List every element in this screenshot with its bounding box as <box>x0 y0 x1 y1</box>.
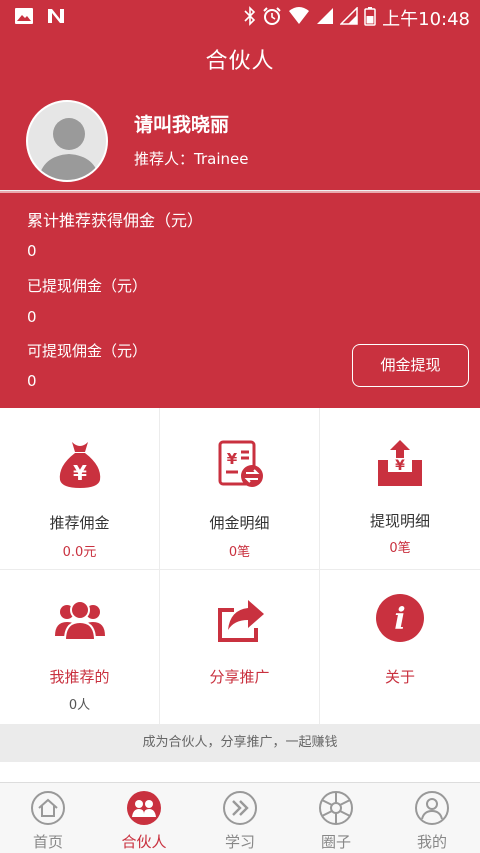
referrer-label: 推荐人：Trainee <box>134 150 249 168</box>
my-referrals-label: 我推荐的 <box>49 668 110 686</box>
partner-slogan: 成为合伙人，分享推广，一起赚钱 <box>0 724 480 762</box>
total-commission-label: 累计推荐获得佣金（元） <box>27 211 204 230</box>
withdrawn-commission-value: 0 <box>27 308 37 326</box>
title-bar: 合伙人 <box>0 34 480 90</box>
wifi-icon <box>288 6 310 30</box>
share-label: 分享推广 <box>209 668 270 686</box>
tab-learn[interactable]: 学习 <box>192 783 288 853</box>
partner-icon <box>126 790 162 830</box>
learn-icon <box>222 790 258 830</box>
total-commission-value: 0 <box>27 242 37 260</box>
n-notification-icon <box>46 7 66 29</box>
profile-section: 请叫我晓丽 推荐人：Trainee <box>0 90 480 190</box>
tab-mine[interactable]: 我的 <box>384 783 480 853</box>
people-group-icon <box>53 598 107 648</box>
my-referrals-value: 0人 <box>68 698 91 713</box>
withdraw-detail-label: 提现明细 <box>369 512 430 530</box>
tab-learn-label: 学习 <box>224 833 255 851</box>
withdraw-tray-icon: ¥ <box>374 438 426 494</box>
grid-item-share[interactable]: 分享推广 <box>160 570 320 724</box>
home-icon <box>30 790 66 830</box>
svg-text:¥: ¥ <box>395 458 405 474</box>
withdraw-commission-button[interactable]: 佣金提现 <box>352 344 469 387</box>
bill-exchange-icon: ¥ <box>214 438 266 494</box>
about-label: 关于 <box>384 668 415 686</box>
signal-icon <box>316 7 334 30</box>
avatar[interactable] <box>26 100 108 182</box>
svg-text:¥: ¥ <box>73 461 87 485</box>
svg-text:i: i <box>394 602 405 637</box>
grid-item-commission[interactable]: ¥ 推荐佣金 0.0元 <box>0 408 160 570</box>
spacer <box>0 762 480 782</box>
clock-time: 上午10:48 <box>382 9 470 30</box>
earnings-section: 累计推荐获得佣金（元） 0 已提现佣金（元） 0 可提现佣金（元） 0 佣金提现 <box>0 193 480 408</box>
grid-item-about[interactable]: i 关于 <box>320 570 480 724</box>
bottom-tab-bar: 首页 合伙人 学习 圈子 我的 <box>0 782 480 853</box>
battery-icon <box>364 6 376 31</box>
page-title: 合伙人 <box>205 49 275 74</box>
bluetooth-icon <box>244 5 256 31</box>
grid-item-withdraw-detail[interactable]: ¥ 提现明细 0笔 <box>320 408 480 570</box>
tab-partner[interactable]: 合伙人 <box>96 783 192 853</box>
info-icon: i <box>374 592 426 648</box>
tab-home[interactable]: 首页 <box>0 783 96 853</box>
tab-mine-label: 我的 <box>416 833 447 851</box>
withdrawn-commission-label: 已提现佣金（元） <box>27 277 148 295</box>
user-name: 请叫我晓丽 <box>134 114 230 136</box>
signal-secondary-icon <box>339 5 358 30</box>
commission-detail-value: 0笔 <box>228 545 251 560</box>
tab-partner-label: 合伙人 <box>121 833 167 851</box>
money-bag-icon: ¥ <box>54 438 106 494</box>
tab-circle-label: 圈子 <box>320 833 351 851</box>
available-commission-label: 可提现佣金（元） <box>27 342 148 360</box>
commission-value: 0.0元 <box>62 545 97 560</box>
circle-icon <box>318 790 354 830</box>
status-bar: 上午10:48 <box>0 0 480 34</box>
withdraw-detail-value: 0笔 <box>389 541 411 556</box>
feature-grid: ¥ 推荐佣金 0.0元 ¥ 佣金明细 0笔 ¥ 提现明细 0笔 我推荐的 0人 … <box>0 408 480 724</box>
alarm-icon <box>262 6 282 31</box>
avatar-placeholder-icon <box>28 102 106 180</box>
share-arrow-icon <box>214 598 266 648</box>
grid-item-commission-detail[interactable]: ¥ 佣金明细 0笔 <box>160 408 320 570</box>
commission-detail-label: 佣金明细 <box>209 514 270 532</box>
user-icon <box>414 790 450 830</box>
svg-text:¥: ¥ <box>226 450 237 468</box>
available-commission-value: 0 <box>27 372 37 390</box>
tab-home-label: 首页 <box>32 833 63 851</box>
commission-label: 推荐佣金 <box>49 514 110 532</box>
image-notification-icon <box>14 7 34 29</box>
tab-circle[interactable]: 圈子 <box>288 783 384 853</box>
grid-item-my-referrals[interactable]: 我推荐的 0人 <box>0 570 160 724</box>
